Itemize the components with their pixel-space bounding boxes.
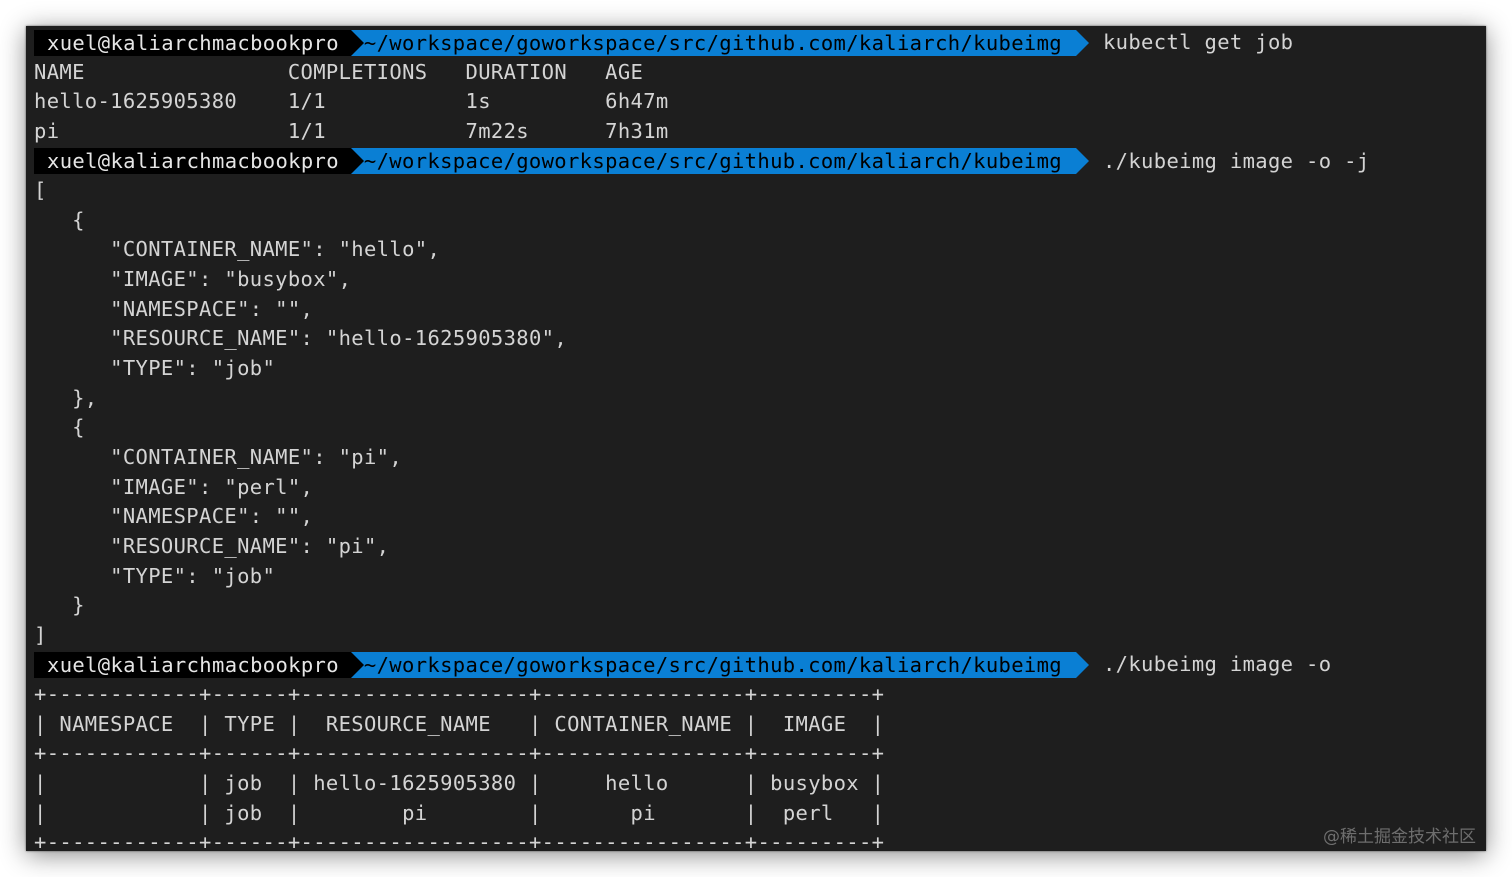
json-line: "IMAGE": "busybox",	[34, 267, 352, 292]
table-border: +------------+------+------------------+…	[34, 682, 885, 707]
powerline-separator-icon	[350, 29, 364, 56]
table-border: +------------+------+------------------+…	[34, 741, 885, 766]
table-header: | NAMESPACE | TYPE | RESOURCE_NAME | CON…	[34, 711, 885, 736]
json-line: "RESOURCE_NAME": "pi",	[34, 533, 390, 558]
prompt-command: kubectl get job	[1102, 30, 1294, 54]
table-row: | | job | pi | pi | perl |	[34, 800, 885, 825]
terminal-content: xuel@kaliarchmacbookpro ~/workspace/gowor…	[34, 28, 1486, 851]
json-line: "NAMESPACE": "",	[34, 296, 314, 321]
prompt-line: xuel@kaliarchmacbookpro ~/workspace/gowor…	[34, 28, 1486, 58]
json-line: },	[34, 385, 98, 410]
prompt-user: xuel@kaliarchmacbookpro	[34, 652, 351, 679]
table-row: | | job | hello-1625905380 | hello | bus…	[34, 771, 885, 796]
json-line: "RESOURCE_NAME": "hello-1625905380",	[34, 326, 568, 351]
output-line: hello-1625905380 1/1 1s 6h47m	[34, 89, 669, 114]
prompt-command: ./kubeimg image -o -j	[1102, 148, 1370, 173]
table-border: +------------+------+------------------+…	[34, 830, 885, 851]
powerline-separator-icon	[350, 148, 364, 175]
prompt-user: xuel@kaliarchmacbookpro	[34, 148, 351, 175]
prompt-path: ~/workspace/goworkspace/src/github.com/k…	[363, 148, 1076, 175]
json-line: "NAMESPACE": "",	[34, 504, 314, 529]
powerline-separator-icon	[350, 652, 364, 679]
output-line: pi 1/1 7m22s 7h31m	[34, 118, 669, 143]
terminal-window[interactable]: xuel@kaliarchmacbookpro ~/workspace/gowor…	[26, 26, 1486, 851]
watermark: @稀土掘金技术社区	[1323, 827, 1476, 847]
powerline-separator-icon	[1075, 652, 1089, 679]
json-line: "CONTAINER_NAME": "hello",	[34, 237, 441, 262]
json-line: [	[34, 178, 47, 203]
prompt-line: xuel@kaliarchmacbookpro ~/workspace/gowor…	[34, 650, 1486, 680]
json-line: "TYPE": "job"	[34, 563, 276, 588]
powerline-separator-icon	[1075, 29, 1089, 56]
json-line: {	[34, 415, 85, 440]
prompt-command: ./kubeimg image -o	[1102, 652, 1332, 677]
json-line: {	[34, 207, 85, 232]
json-line: ]	[34, 622, 47, 647]
json-line: "TYPE": "job"	[34, 356, 276, 381]
json-line: "CONTAINER_NAME": "pi",	[34, 444, 403, 469]
json-line: }	[34, 593, 85, 618]
json-line: "IMAGE": "perl",	[34, 474, 314, 499]
prompt-line: xuel@kaliarchmacbookpro ~/workspace/gowor…	[34, 147, 1486, 177]
prompt-path: ~/workspace/goworkspace/src/github.com/k…	[363, 29, 1076, 56]
prompt-user: xuel@kaliarchmacbookpro	[34, 29, 351, 56]
powerline-separator-icon	[1075, 148, 1089, 175]
prompt-path: ~/workspace/goworkspace/src/github.com/k…	[363, 652, 1076, 679]
output-line: NAME COMPLETIONS DURATION AGE	[34, 59, 644, 84]
